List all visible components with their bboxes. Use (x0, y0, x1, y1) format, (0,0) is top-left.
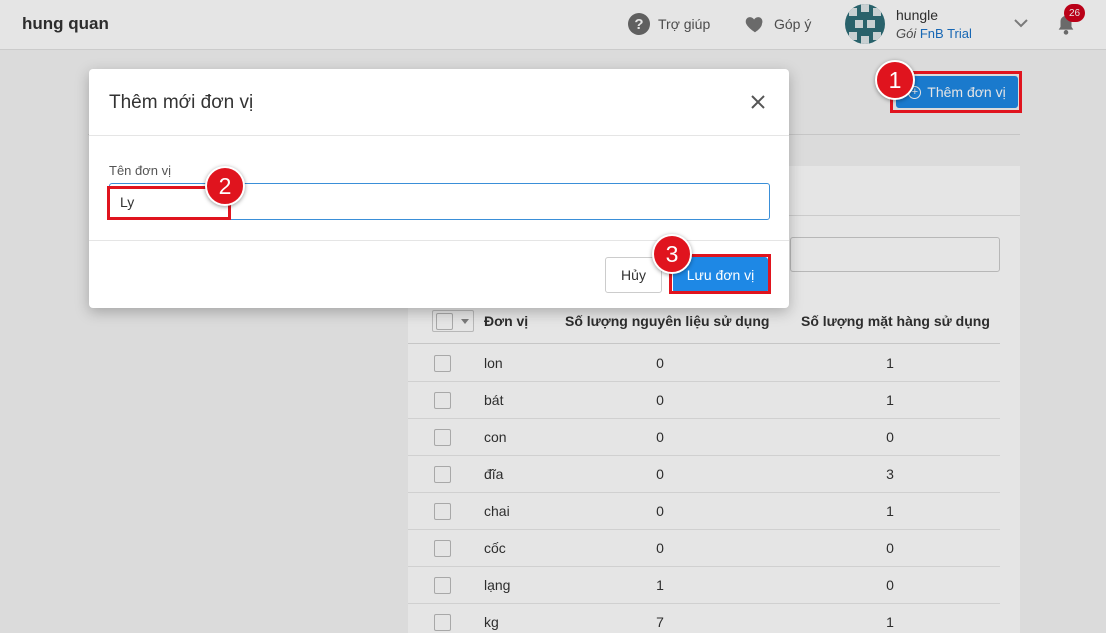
step-marker-3: 3 (652, 234, 692, 274)
step-marker-2: 2 (205, 166, 245, 206)
step-marker-1: 1 (875, 60, 915, 100)
unit-name-label: Tên đơn vị (109, 163, 171, 178)
close-icon[interactable] (750, 94, 766, 110)
dialog-divider (89, 135, 789, 136)
dialog-title: Thêm mới đơn vị (109, 92, 254, 113)
